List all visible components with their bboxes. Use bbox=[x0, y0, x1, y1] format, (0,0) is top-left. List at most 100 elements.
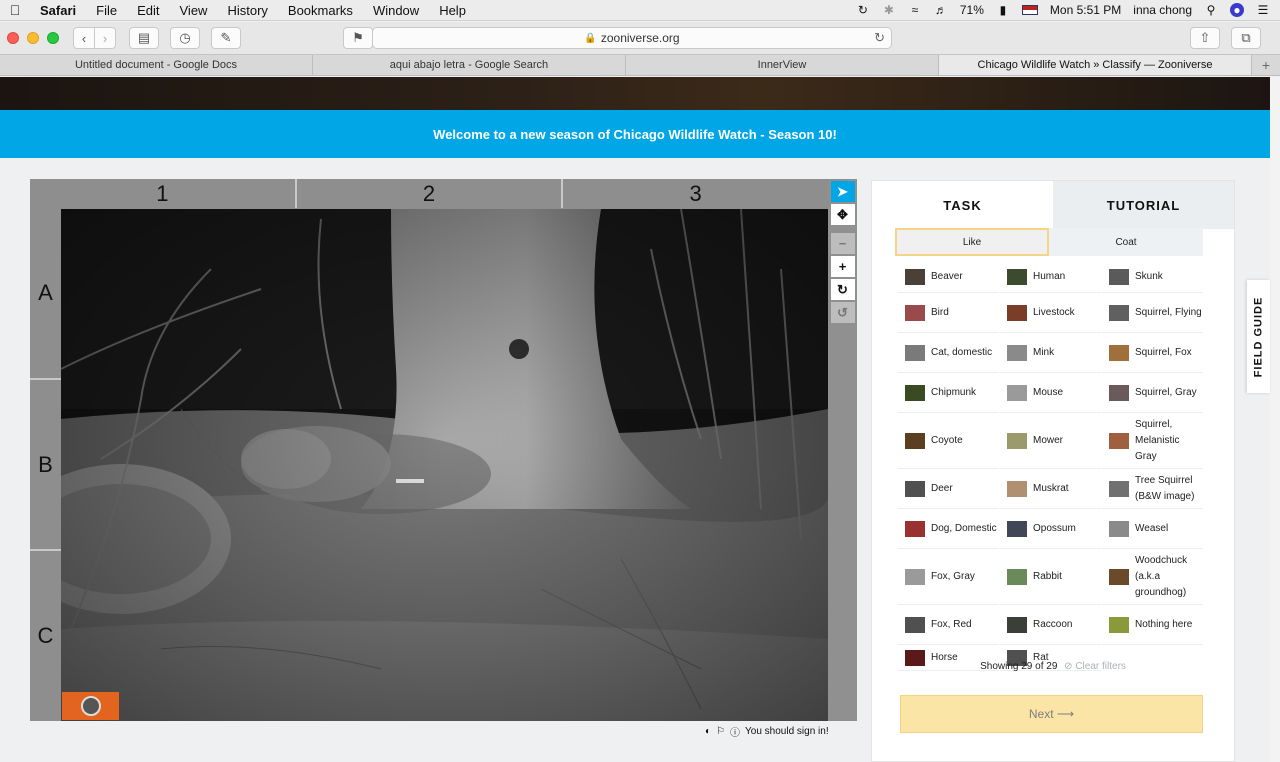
species-choice[interactable]: Weasel bbox=[1102, 509, 1203, 549]
tab-tutorial[interactable]: TUTORIAL bbox=[1053, 181, 1234, 229]
invert-icon[interactable]: ◐ bbox=[705, 726, 711, 737]
share-note-button[interactable]: ✎ bbox=[211, 27, 241, 49]
menu-bookmarks[interactable]: Bookmarks bbox=[278, 3, 363, 18]
time-machine-icon[interactable]: ↻ bbox=[856, 3, 870, 17]
apple-icon[interactable]:  bbox=[0, 2, 30, 18]
rotate-icon[interactable]: ↻ bbox=[830, 279, 855, 300]
species-thumbnail bbox=[1007, 344, 1027, 361]
species-choice[interactable]: Squirrel, Melanistic Gray bbox=[1102, 413, 1203, 469]
camera-logo-badge bbox=[62, 692, 119, 720]
menu-help[interactable]: Help bbox=[429, 3, 476, 18]
species-choice[interactable]: Fox, Red bbox=[898, 605, 999, 645]
species-choice[interactable]: Dog, Domestic bbox=[898, 509, 999, 549]
forward-button[interactable]: › bbox=[94, 27, 116, 49]
field-guide-tab[interactable]: FIELD GUIDE bbox=[1247, 280, 1270, 393]
notification-center-icon[interactable]: ☰ bbox=[1256, 3, 1270, 17]
next-label: Next bbox=[1028, 707, 1054, 721]
tab-bar: Untitled document - Google Docs aqui aba… bbox=[0, 54, 1280, 76]
species-choice[interactable]: Rabbit bbox=[1000, 549, 1101, 605]
flag-icon[interactable]: ⚐ bbox=[716, 726, 725, 737]
species-choice[interactable]: Livestock bbox=[1000, 293, 1101, 333]
task-panel: TASK TUTORIAL Like Coat Beaver Human Skunk… bbox=[871, 180, 1235, 762]
menu-file[interactable]: File bbox=[86, 3, 127, 18]
battery-icon[interactable]: ▮ bbox=[996, 3, 1010, 17]
page-scrollbar[interactable] bbox=[1270, 77, 1280, 762]
tab-innerview[interactable]: InnerView bbox=[626, 55, 939, 75]
tab-task[interactable]: TASK bbox=[872, 181, 1053, 229]
next-button[interactable]: Next ⟶ bbox=[900, 695, 1203, 733]
species-choice[interactable]: Chipmunk bbox=[898, 373, 999, 413]
extension-button[interactable]: ⚑ bbox=[343, 27, 373, 49]
species-choice[interactable]: Woodchuck (a.k.a groundhog) bbox=[1102, 549, 1203, 605]
tab-overview-button[interactable]: ⧉ bbox=[1231, 27, 1261, 49]
wifi-icon[interactable]: ≈ bbox=[908, 3, 922, 17]
sign-in-note[interactable]: You should sign in! bbox=[745, 726, 829, 737]
menu-history[interactable]: History bbox=[217, 3, 277, 18]
siri-icon[interactable]: ● bbox=[1230, 3, 1244, 17]
back-button[interactable]: ‹ bbox=[73, 27, 95, 49]
close-window-button[interactable] bbox=[7, 32, 19, 44]
battery-percent: 71% bbox=[959, 3, 984, 17]
species-label: Opossum bbox=[1033, 522, 1076, 534]
new-tab-button[interactable]: + bbox=[1252, 55, 1280, 75]
tab-google-docs[interactable]: Untitled document - Google Docs bbox=[0, 55, 313, 75]
species-choice[interactable]: Squirrel, Fox bbox=[1102, 333, 1203, 373]
grid-row-label: C bbox=[37, 623, 54, 649]
user-name[interactable]: inna chong bbox=[1133, 3, 1192, 17]
species-thumbnail bbox=[1109, 432, 1129, 449]
camera-trap-photo[interactable] bbox=[61, 209, 828, 721]
zoom-window-button[interactable] bbox=[47, 32, 59, 44]
species-choice[interactable]: Nothing here bbox=[1102, 605, 1203, 645]
menu-window[interactable]: Window bbox=[363, 3, 429, 18]
species-choice[interactable]: Fox, Gray bbox=[898, 549, 999, 605]
filter-coat-button[interactable]: Coat bbox=[1049, 228, 1203, 256]
flag-icon[interactable] bbox=[1021, 5, 1038, 15]
species-choice[interactable]: Muskrat bbox=[1000, 469, 1101, 509]
species-choice[interactable]: Tree Squirrel (B&W image) bbox=[1102, 469, 1203, 509]
reset-view-icon[interactable]: ↺ bbox=[830, 302, 855, 323]
spotlight-search-icon[interactable]: ⚲ bbox=[1204, 3, 1218, 17]
species-choice[interactable]: Squirrel, Gray bbox=[1102, 373, 1203, 413]
share-button[interactable]: ⇧ bbox=[1190, 27, 1220, 49]
species-choice[interactable]: Bird bbox=[898, 293, 999, 333]
species-choice[interactable]: Mink bbox=[1000, 333, 1101, 373]
address-bar[interactable]: 🔒 zooniverse.org ↻ bbox=[372, 27, 892, 49]
pan-tool-icon[interactable]: ✥ bbox=[830, 204, 855, 225]
species-choice[interactable]: Mower bbox=[1000, 413, 1101, 469]
species-choice[interactable]: Skunk bbox=[1102, 261, 1203, 293]
tab-google-search[interactable]: aqui abajo letra - Google Search bbox=[313, 55, 626, 75]
species-thumbnail bbox=[1109, 304, 1129, 321]
species-choice[interactable]: Deer bbox=[898, 469, 999, 509]
grid-row-label: B bbox=[30, 380, 61, 552]
species-choice[interactable]: Beaver bbox=[898, 261, 999, 293]
bluetooth-icon[interactable]: ✱ bbox=[882, 3, 896, 17]
species-choice[interactable]: Opossum bbox=[1000, 509, 1101, 549]
clear-filters-link[interactable]: ⊘ Clear filters bbox=[1064, 661, 1126, 672]
sidebar-toggle-button[interactable]: ▤ bbox=[129, 27, 159, 49]
filter-like-button[interactable]: Like bbox=[895, 228, 1049, 256]
species-choice[interactable]: Raccoon bbox=[1000, 605, 1101, 645]
showing-text: Showing 29 of 29 bbox=[980, 661, 1058, 672]
volume-icon[interactable]: ♬ bbox=[934, 3, 948, 17]
menu-edit[interactable]: Edit bbox=[127, 3, 169, 18]
menu-safari[interactable]: Safari bbox=[30, 3, 86, 18]
menu-view[interactable]: View bbox=[170, 3, 218, 18]
reload-icon[interactable]: ↻ bbox=[874, 30, 885, 46]
clock[interactable]: Mon 5:51 PM bbox=[1050, 3, 1121, 17]
species-label: Skunk bbox=[1135, 270, 1163, 282]
species-choice[interactable]: Squirrel, Flying bbox=[1102, 293, 1203, 333]
species-thumbnail bbox=[1007, 480, 1027, 497]
species-choice[interactable]: Cat, domestic bbox=[898, 333, 999, 373]
zoom-in-icon[interactable]: + bbox=[830, 256, 855, 277]
species-label: Squirrel, Melanistic Gray bbox=[1135, 418, 1180, 462]
info-icon[interactable]: ⓘ bbox=[730, 724, 740, 739]
species-choice[interactable]: Mouse bbox=[1000, 373, 1101, 413]
zoom-out-icon[interactable]: − bbox=[830, 233, 855, 254]
species-choice[interactable]: Coyote bbox=[898, 413, 999, 469]
minimize-window-button[interactable] bbox=[27, 32, 39, 44]
species-choice[interactable]: Human bbox=[1000, 261, 1101, 293]
pointer-tool-icon[interactable]: ➤ bbox=[830, 181, 855, 202]
subject-viewer: 1 2 3 A B C bbox=[30, 179, 828, 721]
tab-zooniverse[interactable]: Chicago Wildlife Watch » Classify — Zoon… bbox=[939, 55, 1252, 75]
history-button[interactable]: ◷ bbox=[170, 27, 200, 49]
